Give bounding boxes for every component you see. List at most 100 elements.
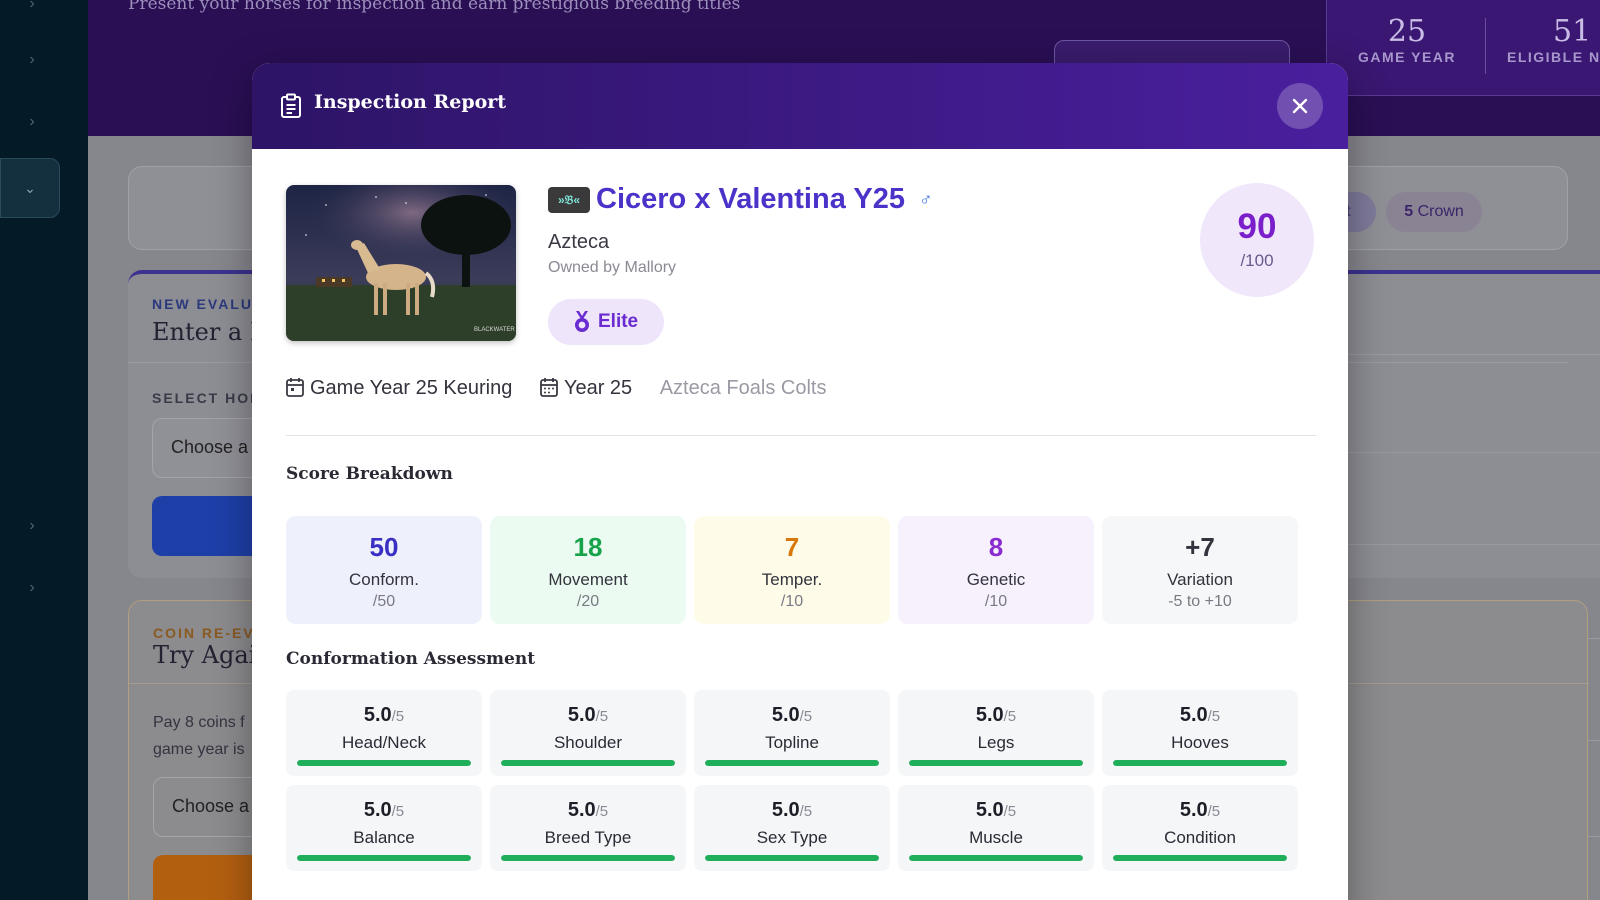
score-tile-label: Genetic bbox=[966, 570, 1026, 589]
conformation-score: 5.0/5 bbox=[1179, 704, 1221, 726]
score-tile-max: /20 bbox=[576, 593, 600, 610]
conformation-label: Muscle bbox=[969, 828, 1023, 847]
conformation-progress-fill bbox=[705, 855, 879, 861]
close-button[interactable] bbox=[1277, 83, 1323, 129]
horse-breed: Azteca bbox=[548, 231, 610, 253]
conformation-progress-bar bbox=[909, 855, 1083, 861]
divider bbox=[286, 435, 1316, 436]
conformation-item: 5.0/5 Head/Neck bbox=[286, 690, 482, 776]
conformation-score: 5.0/5 bbox=[363, 704, 405, 726]
meta-event: Game Year 25 Keuring bbox=[286, 377, 512, 400]
breed-logo-badge: »𝔅« bbox=[548, 186, 590, 213]
close-icon bbox=[1292, 98, 1308, 114]
conformation-score: 5.0/5 bbox=[771, 704, 813, 726]
conformation-item: 5.0/5 Topline bbox=[694, 690, 890, 776]
modal-title: Inspection Report bbox=[314, 91, 507, 113]
conformation-progress-bar bbox=[705, 855, 879, 861]
conformation-label: Sex Type bbox=[756, 828, 828, 847]
score-breakdown-heading: Score Breakdown bbox=[286, 464, 453, 484]
conformation-item: 5.0/5 Balance bbox=[286, 785, 482, 871]
score-tile-value: 18 bbox=[573, 532, 603, 562]
conformation-score: 5.0/5 bbox=[975, 704, 1017, 726]
score-tile-max: /10 bbox=[984, 593, 1008, 610]
conformation-label: Legs bbox=[977, 733, 1015, 752]
modal-header: Inspection Report bbox=[252, 63, 1348, 149]
sidebar-chevron-right-icon[interactable]: › bbox=[22, 112, 42, 132]
image-watermark: BLACKWATER bbox=[474, 327, 515, 333]
conformation-item: 5.0/5 Shoulder bbox=[490, 690, 686, 776]
score-tile-value: +7 bbox=[1185, 532, 1215, 562]
sidebar: › › › ⌄ › › bbox=[0, 0, 88, 900]
score-tile-label: Conform. bbox=[349, 570, 419, 589]
conformation-item: 5.0/5 Condition bbox=[1102, 785, 1298, 871]
medal-icon bbox=[575, 311, 589, 332]
score-tile-value: 8 bbox=[988, 532, 1004, 562]
conformation-score: 5.0/5 bbox=[975, 799, 1017, 821]
calendar-icon bbox=[286, 378, 304, 398]
conformation-item: 5.0/5 Legs bbox=[898, 690, 1094, 776]
horse-title-row: »𝔅« Cicero x Valentina Y25 ♂ bbox=[548, 183, 932, 223]
conformation-progress-fill bbox=[297, 760, 471, 766]
score-tile: 8 Genetic/10 bbox=[898, 516, 1094, 624]
conformation-progress-bar bbox=[501, 760, 675, 766]
conformation-score: 5.0/5 bbox=[567, 799, 609, 821]
award-badge: Elite bbox=[548, 299, 664, 345]
score-tile: +7 Variation -5 to +10 bbox=[1102, 516, 1298, 624]
meta-year: Year 25 bbox=[540, 377, 632, 400]
stat-eligible: 51 ELIGIBLE N bbox=[1507, 14, 1600, 65]
sidebar-chevron-right-icon[interactable]: › bbox=[22, 578, 42, 598]
male-icon: ♂ bbox=[918, 189, 933, 209]
card-eyebrow: NEW EVALU bbox=[152, 296, 253, 312]
conformation-progress-bar bbox=[1113, 855, 1287, 861]
sidebar-chevron-right-icon[interactable]: › bbox=[22, 0, 42, 14]
conformation-progress-bar bbox=[1113, 760, 1287, 766]
conformation-item: 5.0/5 Breed Type bbox=[490, 785, 686, 871]
conformation-progress-bar bbox=[297, 760, 471, 766]
inspection-report-modal: Inspection Report BLACKWATER »𝔅« Cicero … bbox=[252, 63, 1348, 900]
conformation-progress-fill bbox=[501, 760, 675, 766]
chevron-down-icon: ⌄ bbox=[24, 180, 36, 196]
sidebar-item-active[interactable]: ⌄ bbox=[0, 158, 60, 218]
conformation-item: 5.0/5 Muscle bbox=[898, 785, 1094, 871]
calendar-grid-icon bbox=[540, 378, 558, 398]
conformation-label: Condition bbox=[1164, 828, 1236, 847]
conformation-score: 5.0/5 bbox=[567, 704, 609, 726]
conformation-progress-fill bbox=[705, 760, 879, 766]
conformation-label: Breed Type bbox=[544, 828, 632, 847]
total-score-max: /100 bbox=[1240, 251, 1274, 270]
stat-divider bbox=[1485, 18, 1486, 74]
score-tile-value: 7 bbox=[784, 532, 800, 562]
score-tile-label: Temper. bbox=[761, 570, 823, 589]
sidebar-chevron-right-icon[interactable]: › bbox=[22, 50, 42, 70]
sidebar-chevron-right-icon[interactable]: › bbox=[22, 516, 42, 536]
horse-owner: Owned by Mallory bbox=[548, 259, 677, 276]
conformation-progress-fill bbox=[1113, 855, 1287, 861]
conformation-label: Hooves bbox=[1171, 733, 1229, 752]
meta-class: Azteca Foals Colts bbox=[659, 377, 827, 400]
score-tile: 7 Temper. /10 bbox=[694, 516, 890, 624]
score-tile-max: -5 to +10 bbox=[1168, 593, 1232, 610]
conformation-label: Balance bbox=[353, 828, 415, 847]
page-subtitle: Present your horses for inspection and e… bbox=[128, 0, 741, 14]
conformation-heading: Conformation Assessment bbox=[286, 649, 536, 669]
conformation-progress-fill bbox=[297, 855, 471, 861]
horse-name[interactable]: Cicero x Valentina Y25 bbox=[596, 183, 905, 216]
stat-game-year: 25 GAME YEAR bbox=[1357, 14, 1457, 65]
score-tile-value: 50 bbox=[369, 532, 399, 562]
conformation-progress-fill bbox=[909, 855, 1083, 861]
conformation-label: Topline bbox=[765, 733, 819, 752]
conformation-item: 5.0/5 Hooves bbox=[1102, 690, 1298, 776]
stats-panel: 25 GAME YEAR 51 ELIGIBLE N bbox=[1326, 0, 1600, 96]
card-title: Try Agai bbox=[153, 641, 257, 669]
score-tile: 50 Conform. /50 bbox=[286, 516, 482, 624]
conformation-progress-fill bbox=[501, 855, 675, 861]
conformation-progress-fill bbox=[909, 760, 1083, 766]
conformation-progress-bar bbox=[297, 855, 471, 861]
score-tile-max: /10 bbox=[780, 593, 804, 610]
conformation-progress-fill bbox=[1113, 760, 1287, 766]
select-label: SELECT HOR bbox=[152, 390, 263, 406]
conformation-item: 5.0/5 Sex Type bbox=[694, 785, 890, 871]
filter-pill-crown[interactable]: 5 Crown bbox=[1386, 192, 1482, 232]
conformation-label: Head/Neck bbox=[341, 733, 427, 752]
horse-image: BLACKWATER bbox=[286, 185, 516, 341]
